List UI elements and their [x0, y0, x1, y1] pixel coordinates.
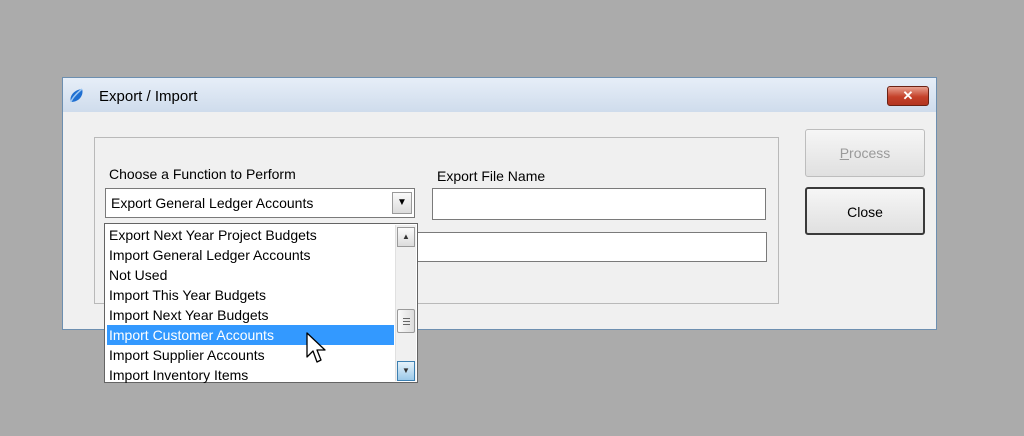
- function-dropdown-list[interactable]: Export Next Year Project Budgets Import …: [104, 223, 418, 383]
- dropdown-item[interactable]: Not Used: [107, 265, 394, 285]
- chevron-up-icon: ▲: [402, 232, 410, 241]
- scroll-down-button[interactable]: ▼: [397, 361, 415, 381]
- file-path-field[interactable]: [413, 232, 767, 262]
- title-bar[interactable]: Export / Import ✕: [63, 78, 936, 112]
- dropdown-scrollbar[interactable]: ▲ ▼: [395, 225, 416, 381]
- dropdown-item[interactable]: Import Supplier Accounts: [107, 345, 394, 365]
- scroll-thumb[interactable]: [397, 309, 415, 333]
- function-label: Choose a Function to Perform: [109, 166, 296, 182]
- chevron-down-icon: ▼: [397, 197, 407, 208]
- close-button[interactable]: Close: [805, 187, 925, 235]
- dropdown-item[interactable]: Import This Year Budgets: [107, 285, 394, 305]
- function-combobox[interactable]: Export General Ledger Accounts ▼: [105, 188, 415, 218]
- process-button-label: Process: [806, 130, 924, 176]
- dropdown-item[interactable]: Import General Ledger Accounts: [107, 245, 394, 265]
- dropdown-item[interactable]: Import Inventory Items: [107, 365, 394, 385]
- window-close-button[interactable]: ✕: [887, 86, 929, 106]
- app-logo-icon: [70, 88, 83, 103]
- function-combobox-value: Export General Ledger Accounts: [111, 195, 314, 211]
- combobox-dropdown-button[interactable]: ▼: [392, 192, 412, 214]
- process-label-rest: rocess: [849, 145, 891, 161]
- process-mnemonic: P: [839, 145, 850, 161]
- window-title: Export / Import: [99, 88, 198, 105]
- close-icon: ✕: [902, 88, 914, 103]
- scroll-up-button[interactable]: ▲: [397, 227, 415, 247]
- close-button-label: Close: [847, 204, 883, 220]
- export-file-name-label: Export File Name: [437, 168, 546, 184]
- dropdown-item[interactable]: Import Next Year Budgets: [107, 305, 394, 325]
- chevron-down-icon: ▼: [402, 366, 410, 375]
- dropdown-item-selected[interactable]: Import Customer Accounts: [107, 325, 394, 345]
- grip-line: [403, 318, 410, 319]
- grip-line: [403, 321, 410, 322]
- dropdown-item[interactable]: Export Next Year Project Budgets: [107, 225, 394, 245]
- grip-line: [403, 324, 410, 325]
- mouse-pointer-icon: [306, 332, 326, 363]
- process-button[interactable]: Process: [805, 129, 925, 177]
- export-file-name-input[interactable]: [432, 188, 766, 220]
